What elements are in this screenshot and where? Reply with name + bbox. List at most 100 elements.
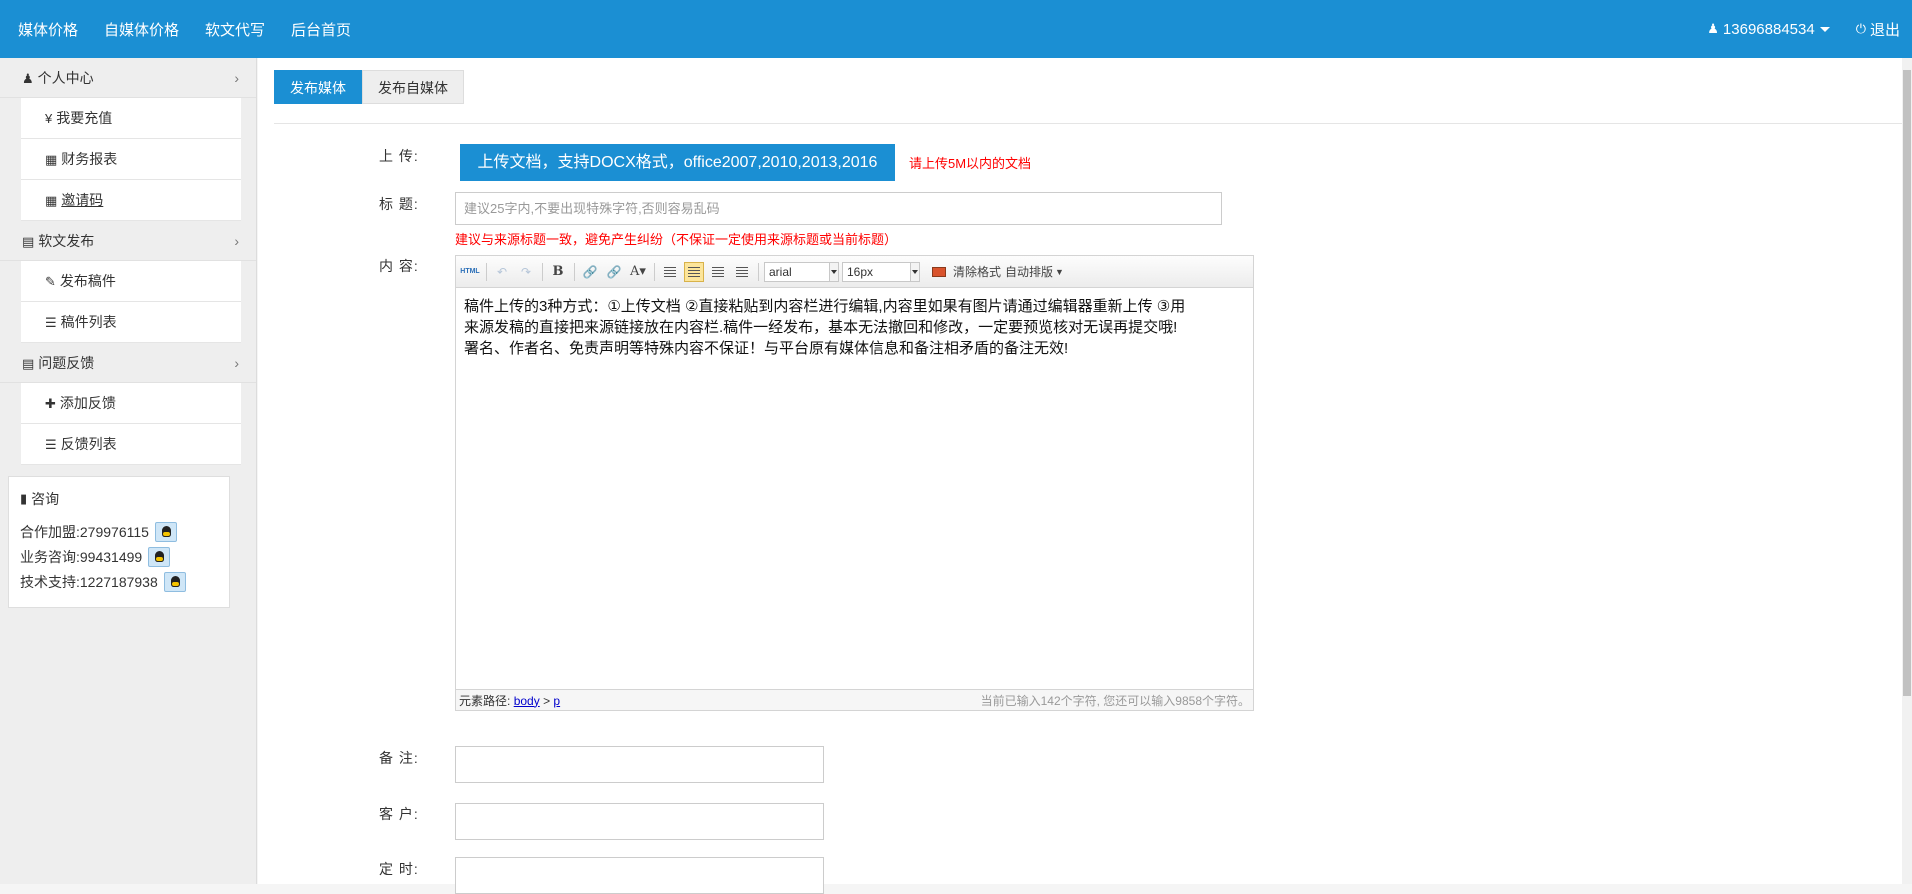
- sidebar-item-label: 邀请码: [61, 192, 104, 208]
- chevron-right-icon: ›: [234, 233, 239, 249]
- logout-label: 退出: [1869, 21, 1900, 39]
- bold-icon[interactable]: B: [548, 262, 568, 282]
- content-line: 来源发稿的直接把来源链接放在内容栏.稿件一经发布，基本无法撤回和修改，一定要预览…: [464, 319, 1178, 336]
- user-menu[interactable]: ♟ 13696884534: [1707, 20, 1830, 38]
- qq-icon[interactable]: [163, 571, 186, 592]
- yen-icon: ¥: [45, 111, 53, 126]
- logout-button[interactable]: ⏻ 退出: [1856, 19, 1900, 40]
- upload-document-button[interactable]: 上传文档，支持DOCX格式，office2007,2010,2013,2016: [460, 144, 895, 181]
- divider: [274, 123, 1902, 124]
- user-phone: 13696884534: [1722, 20, 1815, 38]
- title-label: 标 题:: [379, 196, 419, 212]
- title-hint: 建议与来源标题一致，避免产生纠纷（不保证一定使用来源标题或当前标题）: [455, 232, 898, 247]
- divider: [654, 262, 655, 281]
- font-size-value: 16px: [847, 264, 874, 279]
- divider: [542, 262, 543, 281]
- top-nav: 媒体价格 自媒体价格 软文代写 后台首页: [18, 0, 377, 58]
- align-left-icon[interactable]: [684, 261, 704, 282]
- auto-layout-label: 自动排版: [1005, 265, 1054, 279]
- font-family-select[interactable]: arial: [764, 261, 839, 282]
- rich-text-editor: HTML ↶ ↷ B 🔗 🔗 A▾ arial 16px 清除格式 自动排版 ▼ …: [455, 255, 1254, 711]
- remark-input[interactable]: [455, 746, 824, 783]
- sidebar-item-label: 我要充值: [56, 110, 113, 126]
- timer-input[interactable]: [455, 857, 824, 894]
- tab-publish-self-media[interactable]: 发布自媒体: [362, 70, 464, 104]
- book-icon: ▤: [22, 234, 35, 249]
- remark-label: 备 注:: [379, 750, 419, 766]
- divider: [758, 262, 759, 281]
- align-center-icon[interactable]: [708, 262, 728, 282]
- element-path: 元素路径: body > p: [459, 692, 560, 709]
- client-input[interactable]: [455, 803, 824, 840]
- user-icon: ♟: [1707, 21, 1719, 36]
- clear-format-icon[interactable]: [929, 262, 949, 282]
- scrollbar[interactable]: [1902, 58, 1912, 884]
- editor-statusbar: 元素路径: body > p 当前已输入142个字符, 您还可以输入9858个字…: [456, 689, 1253, 710]
- divider: [486, 262, 487, 281]
- align-right-icon[interactable]: [732, 262, 752, 282]
- main-content: 发布媒体 发布自媒体 上 传: 上传文档，支持DOCX格式，office2007…: [258, 58, 1903, 894]
- list-icon: ☰: [45, 437, 57, 452]
- path-p-link[interactable]: p: [553, 694, 560, 708]
- sidebar-item-label: 反馈列表: [60, 436, 117, 452]
- redo-icon[interactable]: ↷: [516, 262, 536, 282]
- character-counter: 当前已输入142个字符, 您还可以输入9858个字符。: [980, 693, 1250, 708]
- qq-icon[interactable]: [148, 546, 171, 567]
- tab-bar: 发布媒体 发布自媒体: [274, 70, 464, 104]
- title-input[interactable]: 建议25字内,不要出现特殊字符,否则容易乱码: [455, 192, 1222, 225]
- sidebar: ♟ 个人中心 › ¥ 我要充值 ▦ 财务报表 ▦ 邀请码 ▤ 软文发布 › ✎ 发布稿件 ☰…: [0, 58, 257, 884]
- path-body-link[interactable]: body: [514, 694, 540, 708]
- sidebar-group-publish[interactable]: ▤ 软文发布 ›: [0, 221, 256, 261]
- auto-layout-button[interactable]: 自动排版 ▼: [1005, 262, 1064, 282]
- html-source-button[interactable]: HTML: [460, 262, 480, 282]
- tab-publish-media[interactable]: 发布媒体: [274, 70, 362, 104]
- consult-partner: 合作加盟:279976115: [20, 523, 149, 540]
- sidebar-item-finance[interactable]: ▦ 财务报表: [21, 139, 241, 180]
- clear-format-button[interactable]: 清除格式: [953, 262, 1001, 282]
- qq-icon[interactable]: [154, 521, 177, 542]
- sidebar-item-feedback-list[interactable]: ☰ 反馈列表: [21, 424, 241, 465]
- upload-label: 上 传:: [379, 148, 419, 164]
- sidebar-item-label: 发布稿件: [59, 273, 116, 289]
- chevron-right-icon: ›: [234, 355, 239, 371]
- table-icon: ▦: [45, 152, 58, 167]
- consult-panel: ▮ 咨询 合作加盟:279976115 业务咨询:99431499 技术支持:12…: [8, 476, 230, 608]
- sidebar-item-invite-code[interactable]: ▦ 邀请码: [21, 180, 241, 221]
- sidebar-group-feedback[interactable]: ▤ 问题反馈 ›: [0, 343, 256, 383]
- consult-title: 咨询: [31, 491, 60, 507]
- editor-content-area[interactable]: 稿件上传的3种方式：①上传文档 ②直接粘贴到内容栏进行编辑,内容里如果有图片请通…: [456, 288, 1253, 689]
- chevron-down-icon: [829, 262, 838, 281]
- sidebar-item-add-feedback[interactable]: ✚ 添加反馈: [21, 383, 241, 424]
- path-separator: >: [543, 693, 551, 708]
- link-icon[interactable]: 🔗: [580, 262, 600, 282]
- scrollbar-thumb[interactable]: [1903, 70, 1911, 696]
- divider: [574, 262, 575, 281]
- chevron-down-icon: [1819, 26, 1830, 32]
- sidebar-group-label: 软文发布: [38, 233, 95, 249]
- sidebar-item-post-article[interactable]: ✎ 发布稿件: [21, 261, 241, 302]
- sidebar-item-recharge[interactable]: ¥ 我要充值: [21, 98, 241, 139]
- plus-icon: ✚: [45, 396, 56, 411]
- content-line: 署名、作者名、免责声明等特殊内容不保证！与平台原有媒体信息和备注相矛盾的备注无效…: [464, 340, 1069, 357]
- chevron-down-icon: ▼: [1055, 266, 1064, 277]
- undo-icon[interactable]: ↶: [492, 262, 512, 282]
- nav-admin-home[interactable]: 后台首页: [291, 19, 351, 40]
- top-navbar: 媒体价格 自媒体价格 软文代写 后台首页 ♟ 13696884534 ⏻ 退出: [0, 0, 1912, 58]
- sidebar-group-label: 问题反馈: [38, 355, 95, 371]
- nav-copywriting[interactable]: 软文代写: [205, 19, 265, 40]
- sidebar-item-article-list[interactable]: ☰ 稿件列表: [21, 302, 241, 343]
- nav-self-media-price[interactable]: 自媒体价格: [104, 19, 179, 40]
- font-family-value: arial: [769, 264, 792, 279]
- indent-icon[interactable]: [660, 262, 680, 282]
- user-icon: ♟: [22, 71, 34, 86]
- client-label: 客 户:: [379, 806, 419, 822]
- list-icon: ☰: [45, 315, 57, 330]
- font-color-icon[interactable]: A▾: [628, 262, 648, 282]
- chevron-right-icon: ›: [234, 70, 239, 86]
- nav-media-price[interactable]: 媒体价格: [18, 19, 78, 40]
- unlink-icon[interactable]: 🔗: [604, 262, 624, 282]
- table-icon: ▦: [45, 193, 58, 208]
- font-size-select[interactable]: 16px: [842, 261, 920, 282]
- sidebar-group-personal[interactable]: ♟ 个人中心 ›: [0, 58, 256, 98]
- chevron-down-icon: [910, 262, 919, 281]
